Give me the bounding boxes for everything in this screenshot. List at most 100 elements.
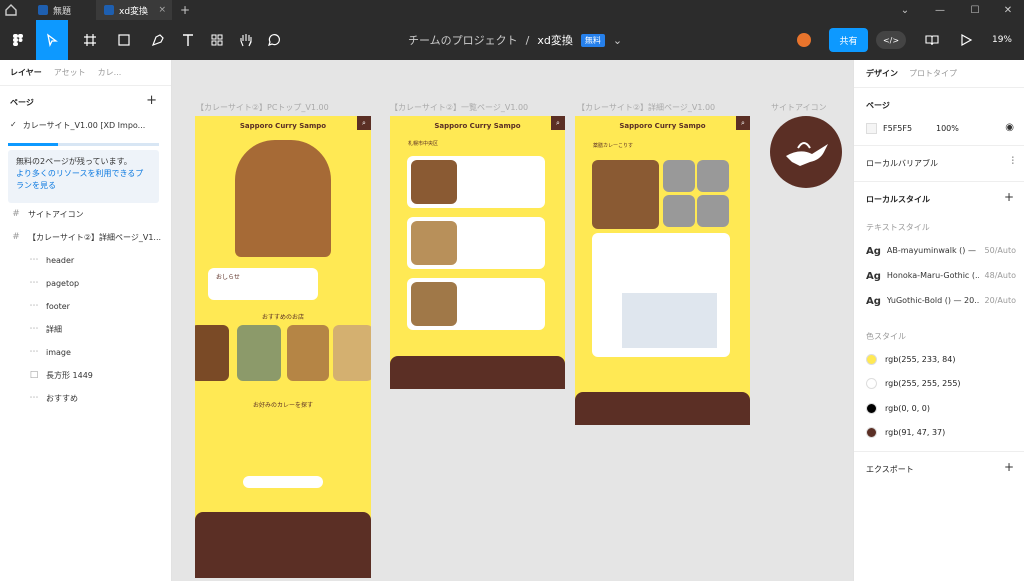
library-icon[interactable] bbox=[916, 20, 948, 60]
shop-card bbox=[407, 278, 545, 330]
layer-item[interactable]: ⋯ footer bbox=[0, 295, 172, 317]
color-swatch[interactable] bbox=[866, 378, 877, 389]
layer-label: 【カレーサイト②】詳細ページ_V1... bbox=[28, 232, 162, 242]
text-style-icon: Ag bbox=[866, 246, 881, 257]
design-panel: デザイン プロトタイプ ページ F5F5F5 100% ◉ ローカルバリアブル … bbox=[853, 60, 1024, 581]
frame-detail-page[interactable]: Sapporo Curry Sampo ⌕ 薬膳カレーこりす bbox=[575, 116, 750, 425]
present-icon[interactable] bbox=[950, 20, 982, 60]
add-export-icon[interactable]: + bbox=[1004, 460, 1014, 474]
layer-label: footer bbox=[46, 301, 70, 311]
layer-item[interactable]: # 【カレーサイト②】詳細ページ_V1... bbox=[0, 226, 172, 248]
text-style-item[interactable]: Ag AB-mayuminwalk () — 50/Auto bbox=[866, 246, 1016, 257]
tab-page-selector[interactable]: カレ... bbox=[98, 67, 122, 78]
pen-tool-icon[interactable] bbox=[142, 20, 174, 60]
layer-type-icon: ⋯ bbox=[29, 255, 39, 265]
layer-item[interactable]: ⋯ header bbox=[0, 249, 172, 271]
layer-label: サイトアイコン bbox=[28, 209, 84, 219]
chevron-down-icon[interactable]: ⌄ bbox=[613, 34, 622, 47]
upgrade-link[interactable]: より多くのリソースを利用できるプランを見る bbox=[16, 168, 151, 192]
user-avatar[interactable] bbox=[786, 20, 822, 60]
frame-label[interactable]: 【カレーサイト②】詳細ページ_V1.00 bbox=[577, 102, 715, 113]
minimize-icon[interactable]: — bbox=[920, 0, 960, 20]
local-variables-label[interactable]: ローカルバリアブル bbox=[866, 158, 938, 169]
tab-layers[interactable]: レイヤー bbox=[10, 67, 42, 78]
layer-item[interactable]: ⋯ 詳細 bbox=[0, 318, 172, 340]
frame-label[interactable]: 【カレーサイト②】PCトップ_V1.00 bbox=[196, 102, 329, 113]
color-swatch[interactable] bbox=[866, 403, 877, 414]
share-button[interactable]: 共有 bbox=[829, 28, 868, 52]
layer-label: pagetop bbox=[46, 278, 80, 288]
chevron-down-icon[interactable]: ⌄ bbox=[885, 0, 925, 20]
upgrade-promo: 無料の2ページが残っています。 より多くのリソースを利用できるプランを見る bbox=[8, 150, 159, 203]
page-color-value[interactable]: F5F5F5 bbox=[883, 124, 912, 133]
search-icon: ⌕ bbox=[551, 116, 565, 130]
color-style-name[interactable]: rgb(255, 233, 84) bbox=[885, 355, 955, 364]
thumb-image bbox=[697, 195, 729, 227]
search-icon: ⌕ bbox=[357, 116, 371, 130]
color-style-name[interactable]: rgb(91, 47, 37) bbox=[885, 428, 945, 437]
design-canvas[interactable]: 【カレーサイト②】PCトップ_V1.00 Sapporo Curry Sampo… bbox=[172, 60, 853, 581]
tab-prototype[interactable]: プロトタイプ bbox=[909, 68, 957, 79]
zoom-level[interactable]: 19% bbox=[984, 20, 1020, 60]
sliders-icon[interactable]: ⫶ bbox=[1012, 156, 1015, 167]
frame-tool-icon[interactable] bbox=[74, 20, 106, 60]
tab-untitled[interactable]: 無題 bbox=[30, 0, 94, 20]
team-project-link[interactable]: チームのプロジェクト bbox=[408, 32, 518, 48]
new-tab-button[interactable]: + bbox=[180, 3, 190, 17]
add-style-icon[interactable]: + bbox=[1004, 190, 1014, 204]
text-styles-title: テキストスタイル bbox=[866, 223, 930, 232]
tab-assets[interactable]: アセット bbox=[54, 67, 86, 78]
area-title: 札幌市中央区 bbox=[408, 141, 439, 147]
map-image bbox=[622, 293, 717, 348]
layer-item[interactable]: ⋯ おすすめ bbox=[0, 387, 172, 409]
dev-mode-icon[interactable]: </> bbox=[874, 20, 908, 60]
layer-item[interactable]: # サイトアイコン bbox=[0, 203, 172, 225]
layer-item[interactable]: ⋯ pagetop bbox=[0, 272, 172, 294]
shop-card bbox=[407, 156, 545, 208]
main-menu-icon[interactable] bbox=[2, 20, 34, 60]
text-style-item[interactable]: Ag YuGothic-Bold () — 20... 20/Auto bbox=[866, 296, 1016, 307]
color-style-name[interactable]: rgb(0, 0, 0) bbox=[885, 404, 930, 413]
site-icon-frame[interactable] bbox=[770, 116, 842, 188]
close-window-icon[interactable]: ✕ bbox=[988, 0, 1024, 20]
frame-pc-top[interactable]: Sapporo Curry Sampo ⌕ おしらせ おすすめのお店 お好みのカ… bbox=[195, 116, 371, 578]
layer-item[interactable]: □ 長方形 1449 bbox=[0, 364, 172, 386]
tab-design[interactable]: デザイン bbox=[866, 68, 898, 79]
layers-panel: レイヤー アセット カレ... ページ + ✓ カレーサイト_V1.00 [XD… bbox=[0, 60, 172, 581]
text-style-name: YuGothic-Bold () — 20... bbox=[886, 296, 979, 305]
frame-list-page[interactable]: Sapporo Curry Sampo ⌕ 札幌市中央区 bbox=[390, 116, 565, 389]
page-color-swatch[interactable] bbox=[866, 123, 877, 134]
more-button bbox=[243, 476, 323, 488]
move-tool-icon[interactable] bbox=[36, 20, 68, 60]
shop-info-card bbox=[592, 233, 730, 357]
tab-xd-convert[interactable]: xd変換 × bbox=[96, 0, 172, 20]
layer-item[interactable]: ⋯ image bbox=[0, 341, 172, 363]
file-name[interactable]: xd変換 bbox=[537, 32, 573, 48]
text-tool-icon[interactable] bbox=[172, 20, 204, 60]
close-tab-icon[interactable]: × bbox=[158, 5, 166, 15]
layer-label: 詳細 bbox=[46, 324, 62, 334]
shop-image bbox=[287, 325, 329, 381]
export-label[interactable]: エクスポート bbox=[866, 464, 914, 475]
rectangle-tool-icon[interactable] bbox=[108, 20, 140, 60]
resources-icon[interactable] bbox=[201, 20, 233, 60]
text-style-name: Honoka-Maru-Gothic (... bbox=[886, 271, 979, 280]
pages-title: ページ bbox=[10, 98, 34, 107]
color-style-name[interactable]: rgb(255, 255, 255) bbox=[885, 379, 961, 388]
page-opacity-value[interactable]: 100% bbox=[936, 124, 959, 133]
promo-text: 無料の2ページが残っています。 bbox=[16, 157, 132, 166]
eye-icon[interactable]: ◉ bbox=[1005, 122, 1014, 133]
shop-image bbox=[237, 325, 281, 381]
file-icon bbox=[104, 5, 114, 15]
page-item[interactable]: ✓ カレーサイト_V1.00 [XD Impo... bbox=[10, 120, 145, 131]
layer-type-icon: # bbox=[12, 232, 20, 242]
color-swatch[interactable] bbox=[866, 354, 877, 365]
thumb-image bbox=[697, 160, 729, 192]
add-page-icon[interactable]: + bbox=[146, 93, 157, 108]
color-swatch[interactable] bbox=[866, 427, 877, 438]
frame-label[interactable]: 【カレーサイト②】一覧ページ_V1.00 bbox=[390, 102, 528, 113]
text-style-item[interactable]: Ag Honoka-Maru-Gothic (... 48/Auto bbox=[866, 271, 1016, 282]
home-icon[interactable] bbox=[4, 3, 18, 17]
comment-tool-icon[interactable] bbox=[258, 20, 290, 60]
frame-label[interactable]: サイトアイコン bbox=[771, 102, 827, 113]
